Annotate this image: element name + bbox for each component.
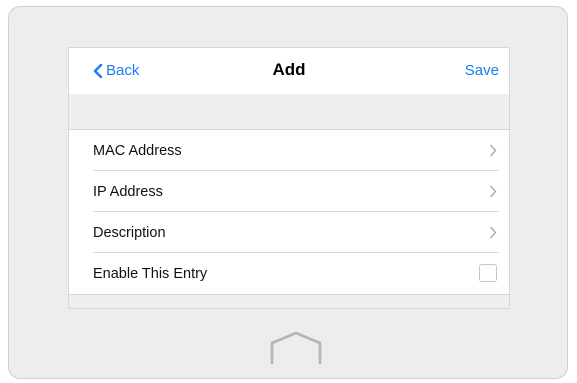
- enable-entry-label: Enable This Entry: [93, 265, 208, 282]
- ip-address-row[interactable]: IP Address: [69, 171, 509, 212]
- chevron-right-icon: [489, 185, 497, 198]
- ip-address-label: IP Address: [93, 183, 163, 200]
- enable-entry-checkbox[interactable]: [479, 264, 497, 282]
- page-title: Add: [272, 60, 306, 79]
- screen: Back Add Save MAC Address IP Address Des…: [68, 47, 510, 309]
- description-row[interactable]: Description: [69, 212, 509, 253]
- settings-list: MAC Address IP Address Description Enabl…: [69, 129, 509, 295]
- mac-address-row[interactable]: MAC Address: [69, 130, 509, 171]
- enable-entry-row[interactable]: Enable This Entry: [69, 253, 509, 294]
- mac-address-label: MAC Address: [93, 142, 182, 159]
- chevron-right-icon: [489, 144, 497, 157]
- description-label: Description: [93, 224, 166, 241]
- chevron-right-icon: [489, 226, 497, 239]
- home-icon[interactable]: [268, 330, 324, 366]
- save-button[interactable]: Save: [465, 62, 499, 79]
- nav-bar: Back Add Save: [69, 48, 509, 94]
